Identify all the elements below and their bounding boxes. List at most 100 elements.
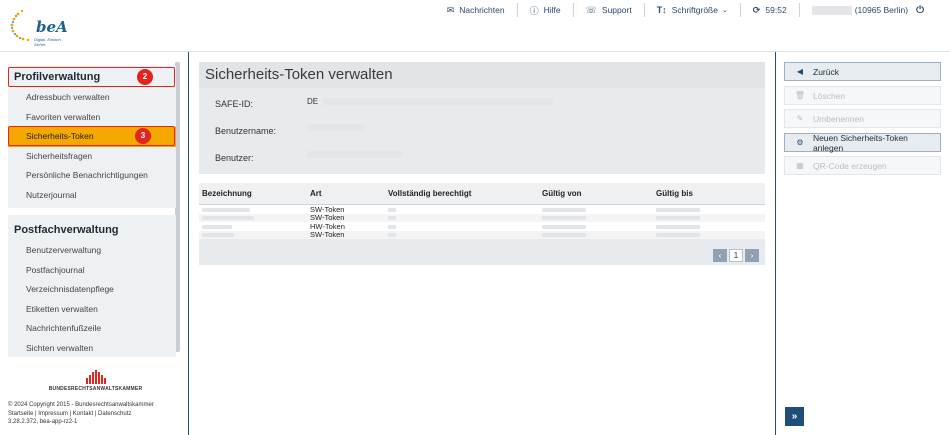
redacted-cell (388, 207, 396, 212)
user-location: (10965 Berlin) (854, 5, 909, 15)
column-bezeichnung[interactable]: Bezeichnung (199, 189, 307, 198)
logo-text: beA (36, 18, 68, 36)
sidebar-item-benachrichtigungen[interactable]: Persönliche Benachrichtigungen (8, 166, 176, 186)
sidebar-item-sicherheitsfragen[interactable]: Sicherheitsfragen (8, 147, 176, 167)
help-icon: ⓘ (529, 5, 539, 16)
sidebar-item-nachrichtenfusszeile[interactable]: Nachrichtenfußzeile (8, 319, 176, 339)
redacted-cell (542, 216, 586, 221)
nav-user[interactable]: (10965 Berlin) ⏻ (798, 3, 936, 17)
sidebar-footer: © 2024 Copyright 2015 - Bundesrechtsanwa… (8, 401, 154, 427)
sidebar-item-adressbuch[interactable]: Adressbuch verwalten (8, 88, 176, 108)
table-row[interactable]: SW-Token (199, 230, 765, 240)
user-redacted (307, 151, 402, 158)
footer-copyright: © 2024 Copyright 2015 - Bundesrechtsanwa… (8, 402, 154, 408)
logo-subtitle: Digital. Einfach. Sicher. (34, 37, 62, 47)
column-art[interactable]: Art (307, 189, 385, 198)
redacted-cell (542, 224, 586, 229)
sidebar-item-verzeichnisdatenpflege[interactable]: Verzeichnisdatenpflege (8, 280, 176, 300)
username-redacted (307, 124, 365, 131)
sidebar-item-etiketten[interactable]: Etiketten verwalten (8, 300, 176, 320)
redacted-cell (656, 224, 700, 229)
font-size-icon: T↕ (656, 5, 667, 15)
delete-button[interactable]: 🗑 Löschen (784, 86, 941, 105)
bea-logo[interactable]: beA Digital. Einfach. Sicher. (8, 6, 72, 47)
nav-nachrichten[interactable]: ✉ Nachrichten (435, 3, 517, 17)
redacted-cell (388, 233, 396, 238)
redacted-cell (542, 207, 586, 212)
chevron-down-icon: ⌄ (721, 7, 728, 14)
edit-icon: ✎ (796, 114, 804, 123)
new-token-button[interactable]: ⚙ Neuen Sicherheits-Token anlegen (784, 132, 941, 153)
sidebar-item-nutzerjournal[interactable]: Nutzerjournal (8, 186, 176, 206)
column-berechtigt[interactable]: Vollständig berechtigt (385, 189, 539, 198)
trash-icon: 🗑 (794, 91, 806, 100)
expand-sidebar-button[interactable]: » (785, 407, 804, 426)
left-sidebar: Profilverwaltung Adressbuch verwalten Fa… (0, 52, 189, 435)
table-row[interactable]: HW-Token (199, 222, 765, 231)
footer-version: 3.28.2.372, bea-app-rz2-1 (8, 419, 78, 425)
token-type: SW-Token (310, 230, 345, 240)
sidebar-item-benutzerverwaltung[interactable]: Benutzerverwaltung (8, 241, 176, 261)
redacted-cell (656, 216, 700, 221)
rename-label: Umbenennen (813, 113, 865, 124)
table-pager: ‹ 1 › (713, 249, 759, 262)
brak-logo[interactable]: BUNDESRECHTSANWALTSKAMMER (48, 370, 143, 392)
nav-support[interactable]: ☏ Support (572, 3, 644, 17)
postfach-heading[interactable]: Postfachverwaltung (8, 219, 176, 241)
step-badge-2: 2 (137, 69, 153, 85)
table-body: SW-Token SW-Token HW-Token SW-Token (199, 205, 765, 239)
table-row[interactable]: SW-Token (199, 213, 765, 222)
safe-id-label: SAFE-ID: (215, 99, 254, 109)
sidebar-item-postfachjournal[interactable]: Postfachjournal (8, 261, 176, 281)
gear-icon: ⚙ (796, 138, 804, 147)
redacted-cell (202, 224, 232, 229)
user-name-redacted (811, 5, 852, 15)
redacted-cell (202, 233, 234, 238)
redacted-cell (388, 216, 396, 221)
user-value (307, 151, 402, 160)
nav-label: Support (601, 5, 632, 15)
qr-code-label: QR-Code erzeugen (813, 160, 887, 171)
back-label: Zurück (813, 66, 839, 77)
token-table: Bezeichnung Art Vollständig berechtigt G… (199, 183, 765, 265)
menu-group-postfachverwaltung: Postfachverwaltung Benutzerverwaltung Po… (8, 215, 176, 357)
session-time: 59:52 (765, 5, 787, 15)
table-row[interactable]: SW-Token (199, 205, 765, 214)
nav-hilfe[interactable]: ⓘ Hilfe (516, 3, 573, 17)
page-title: Sicherheits-Token verwalten (199, 62, 765, 88)
qr-code-button[interactable]: ▦ QR-Code erzeugen (784, 156, 941, 175)
step-badge-3: 3 (135, 128, 151, 144)
footer-links[interactable]: Startseite | Impressum | Kontakt | Daten… (8, 410, 154, 419)
refresh-icon: ⟳ (752, 4, 761, 15)
table-header: Bezeichnung Art Vollständig berechtigt G… (199, 183, 765, 205)
redacted-cell (202, 207, 250, 212)
nav-label: Nachrichten (459, 5, 505, 15)
username-label: Benutzername: (215, 126, 277, 136)
username-value (307, 124, 365, 133)
app-header: beA Digital. Einfach. Sicher. ✉ Nachrich… (0, 0, 950, 52)
column-gueltig-von[interactable]: Gültig von (539, 189, 653, 198)
envelope-icon: ✉ (446, 4, 455, 15)
pager-prev-button[interactable]: ‹ (713, 249, 727, 262)
pager-next-button[interactable]: › (745, 249, 759, 262)
power-icon[interactable]: ⏻ (916, 5, 924, 16)
safe-id-value: DE (307, 97, 554, 106)
redacted-cell (542, 233, 586, 238)
nav-schriftgroesse[interactable]: T↕ Schriftgröße ⌄ (643, 3, 740, 17)
nav-label: Schriftgröße (671, 5, 718, 15)
rename-button[interactable]: ✎ Umbenennen (784, 109, 941, 128)
redacted-cell (656, 233, 700, 238)
back-button[interactable]: ◀ Zurück (784, 62, 941, 81)
sidebar-item-sichten[interactable]: Sichten verwalten (8, 339, 176, 359)
safe-id-redacted (323, 98, 554, 106)
sidebar-item-favoriten[interactable]: Favoriten verwalten (8, 108, 176, 128)
redacted-cell (388, 224, 396, 229)
nav-session-timer[interactable]: ⟳ 59:52 (739, 3, 799, 17)
column-gueltig-bis[interactable]: Gültig bis (653, 189, 765, 198)
pager-page-number[interactable]: 1 (729, 249, 743, 262)
redacted-cell (202, 216, 254, 221)
safe-id-prefix: DE (307, 97, 319, 106)
delete-label: Löschen (813, 90, 846, 101)
new-token-label: Neuen Sicherheits-Token anlegen (812, 132, 908, 153)
redacted-cell (656, 207, 700, 212)
